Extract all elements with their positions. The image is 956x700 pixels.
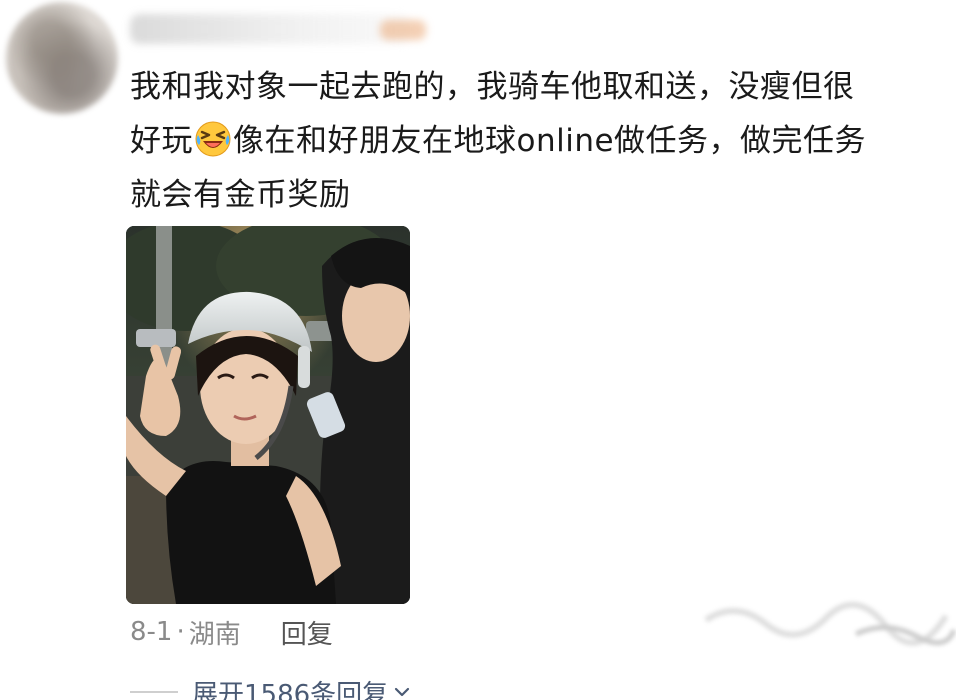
comment-line-2-end: 像在和好朋友在地球online做任务，做完任务 — [233, 123, 867, 159]
avatar[interactable] — [6, 2, 118, 114]
reply-button[interactable]: 回复 — [281, 614, 333, 651]
comment-line-3: 就会有金币奖励 — [130, 177, 351, 213]
comment-location: 湖南 — [188, 619, 241, 650]
comment-line-2: 好玩 像在和好朋友在地球online做任务，做完任务 — [130, 114, 920, 168]
expand-replies-row[interactable]: 展开1586条回复 — [130, 672, 410, 700]
censor-scribble — [704, 601, 956, 646]
expand-replies-link[interactable]: 展开1586条回复 — [192, 674, 388, 700]
username-censored — [130, 14, 410, 44]
divider-line — [130, 691, 178, 693]
comment-meta: 8-1 · 湖南 回复 — [130, 612, 333, 652]
comment-line-1: 我和我对象一起去跑的，我骑车他取和送，没瘦但很 — [130, 69, 855, 105]
photo-illustration — [126, 226, 410, 604]
user-badge-censored — [380, 20, 426, 40]
comment-body: 我和我对象一起去跑的，我骑车他取和送，没瘦但很 好玩 像在和好朋友在地球onli… — [130, 60, 920, 222]
comment-line-2-start: 好玩 — [130, 123, 193, 159]
censored-header — [0, 0, 520, 114]
comment-photo[interactable] — [126, 226, 410, 604]
laughing-tears-emoji-icon — [195, 121, 231, 157]
comment-date: 8-1 — [130, 617, 173, 647]
comment-card: 我和我对象一起去跑的，我骑车他取和送，没瘦但很 好玩 像在和好朋友在地球onli… — [0, 0, 956, 700]
chevron-down-icon — [395, 687, 410, 697]
meta-separator: · — [176, 617, 185, 647]
